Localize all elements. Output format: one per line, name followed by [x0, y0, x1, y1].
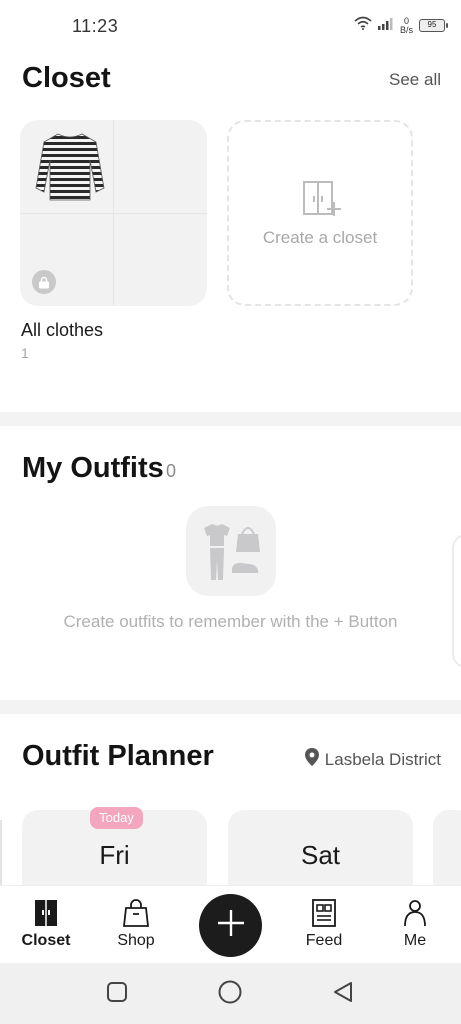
shopping-bag-icon — [123, 898, 149, 928]
closet-name: All clothes — [21, 320, 104, 340]
newspaper-icon — [312, 898, 336, 928]
today-badge: Today — [90, 807, 143, 829]
signal-icon — [377, 17, 394, 35]
square-icon — [106, 981, 128, 1008]
status-bar: 11:23 0 B/s 95 — [0, 0, 461, 52]
location-selector[interactable]: Lasbela District — [304, 748, 441, 771]
create-closet-card[interactable]: Create a closet — [227, 120, 413, 306]
battery-icon: 95 — [419, 19, 448, 32]
net-speed: 0 B/s — [399, 16, 413, 35]
back-button[interactable] — [330, 981, 356, 1007]
net-speed-unit: B/s — [399, 24, 413, 35]
grid-divider — [20, 213, 207, 214]
add-button[interactable] — [199, 894, 262, 957]
wifi-icon — [354, 16, 372, 35]
outfits-count: 0 — [166, 461, 177, 481]
status-time: 11:23 — [72, 16, 119, 36]
nav-me[interactable]: Me — [375, 886, 455, 964]
location-label: Lasbela District — [324, 749, 441, 769]
status-icons: 0 B/s 95 — [354, 16, 448, 35]
outfit-illustration-icon — [186, 506, 276, 596]
home-button[interactable] — [217, 979, 243, 1010]
nav-closet[interactable]: Closet — [6, 886, 86, 964]
nav-label: Me — [403, 932, 427, 949]
outfits-title: My Outfits — [22, 452, 164, 484]
circle-icon — [217, 979, 243, 1010]
nav-label: Feed — [305, 932, 343, 949]
all-clothes-card[interactable] — [20, 120, 207, 306]
nav-shop[interactable]: Shop — [96, 886, 176, 964]
lock-icon — [32, 270, 56, 294]
system-nav-bar — [0, 963, 461, 1024]
nav-label: Shop — [117, 932, 155, 949]
planner-title: Outfit Planner — [22, 740, 214, 772]
recents-button[interactable] — [104, 981, 130, 1007]
closet-count: 1 — [21, 345, 29, 361]
triangle-back-icon — [331, 980, 355, 1009]
day-label: Sat — [300, 840, 341, 870]
wardrobe-icon — [34, 898, 58, 928]
create-closet-label: Create a closet — [262, 228, 378, 247]
outfits-empty-hint: Create outfits to remember with the + Bu… — [63, 612, 398, 631]
nav-label: Closet — [21, 932, 71, 949]
add-closet-icon — [302, 180, 342, 223]
closet-title: Closet — [22, 62, 111, 94]
section-divider — [0, 412, 461, 426]
see-all-link[interactable]: See all — [389, 70, 441, 90]
plus-icon — [216, 908, 246, 943]
striped-shirt-thumbnail — [35, 133, 105, 201]
person-icon — [403, 898, 427, 928]
nav-feed[interactable]: Feed — [284, 886, 364, 964]
outfit-card-peek — [452, 534, 461, 668]
day-label: Fri — [99, 840, 130, 870]
section-divider — [0, 700, 461, 714]
location-pin-icon — [304, 748, 319, 771]
